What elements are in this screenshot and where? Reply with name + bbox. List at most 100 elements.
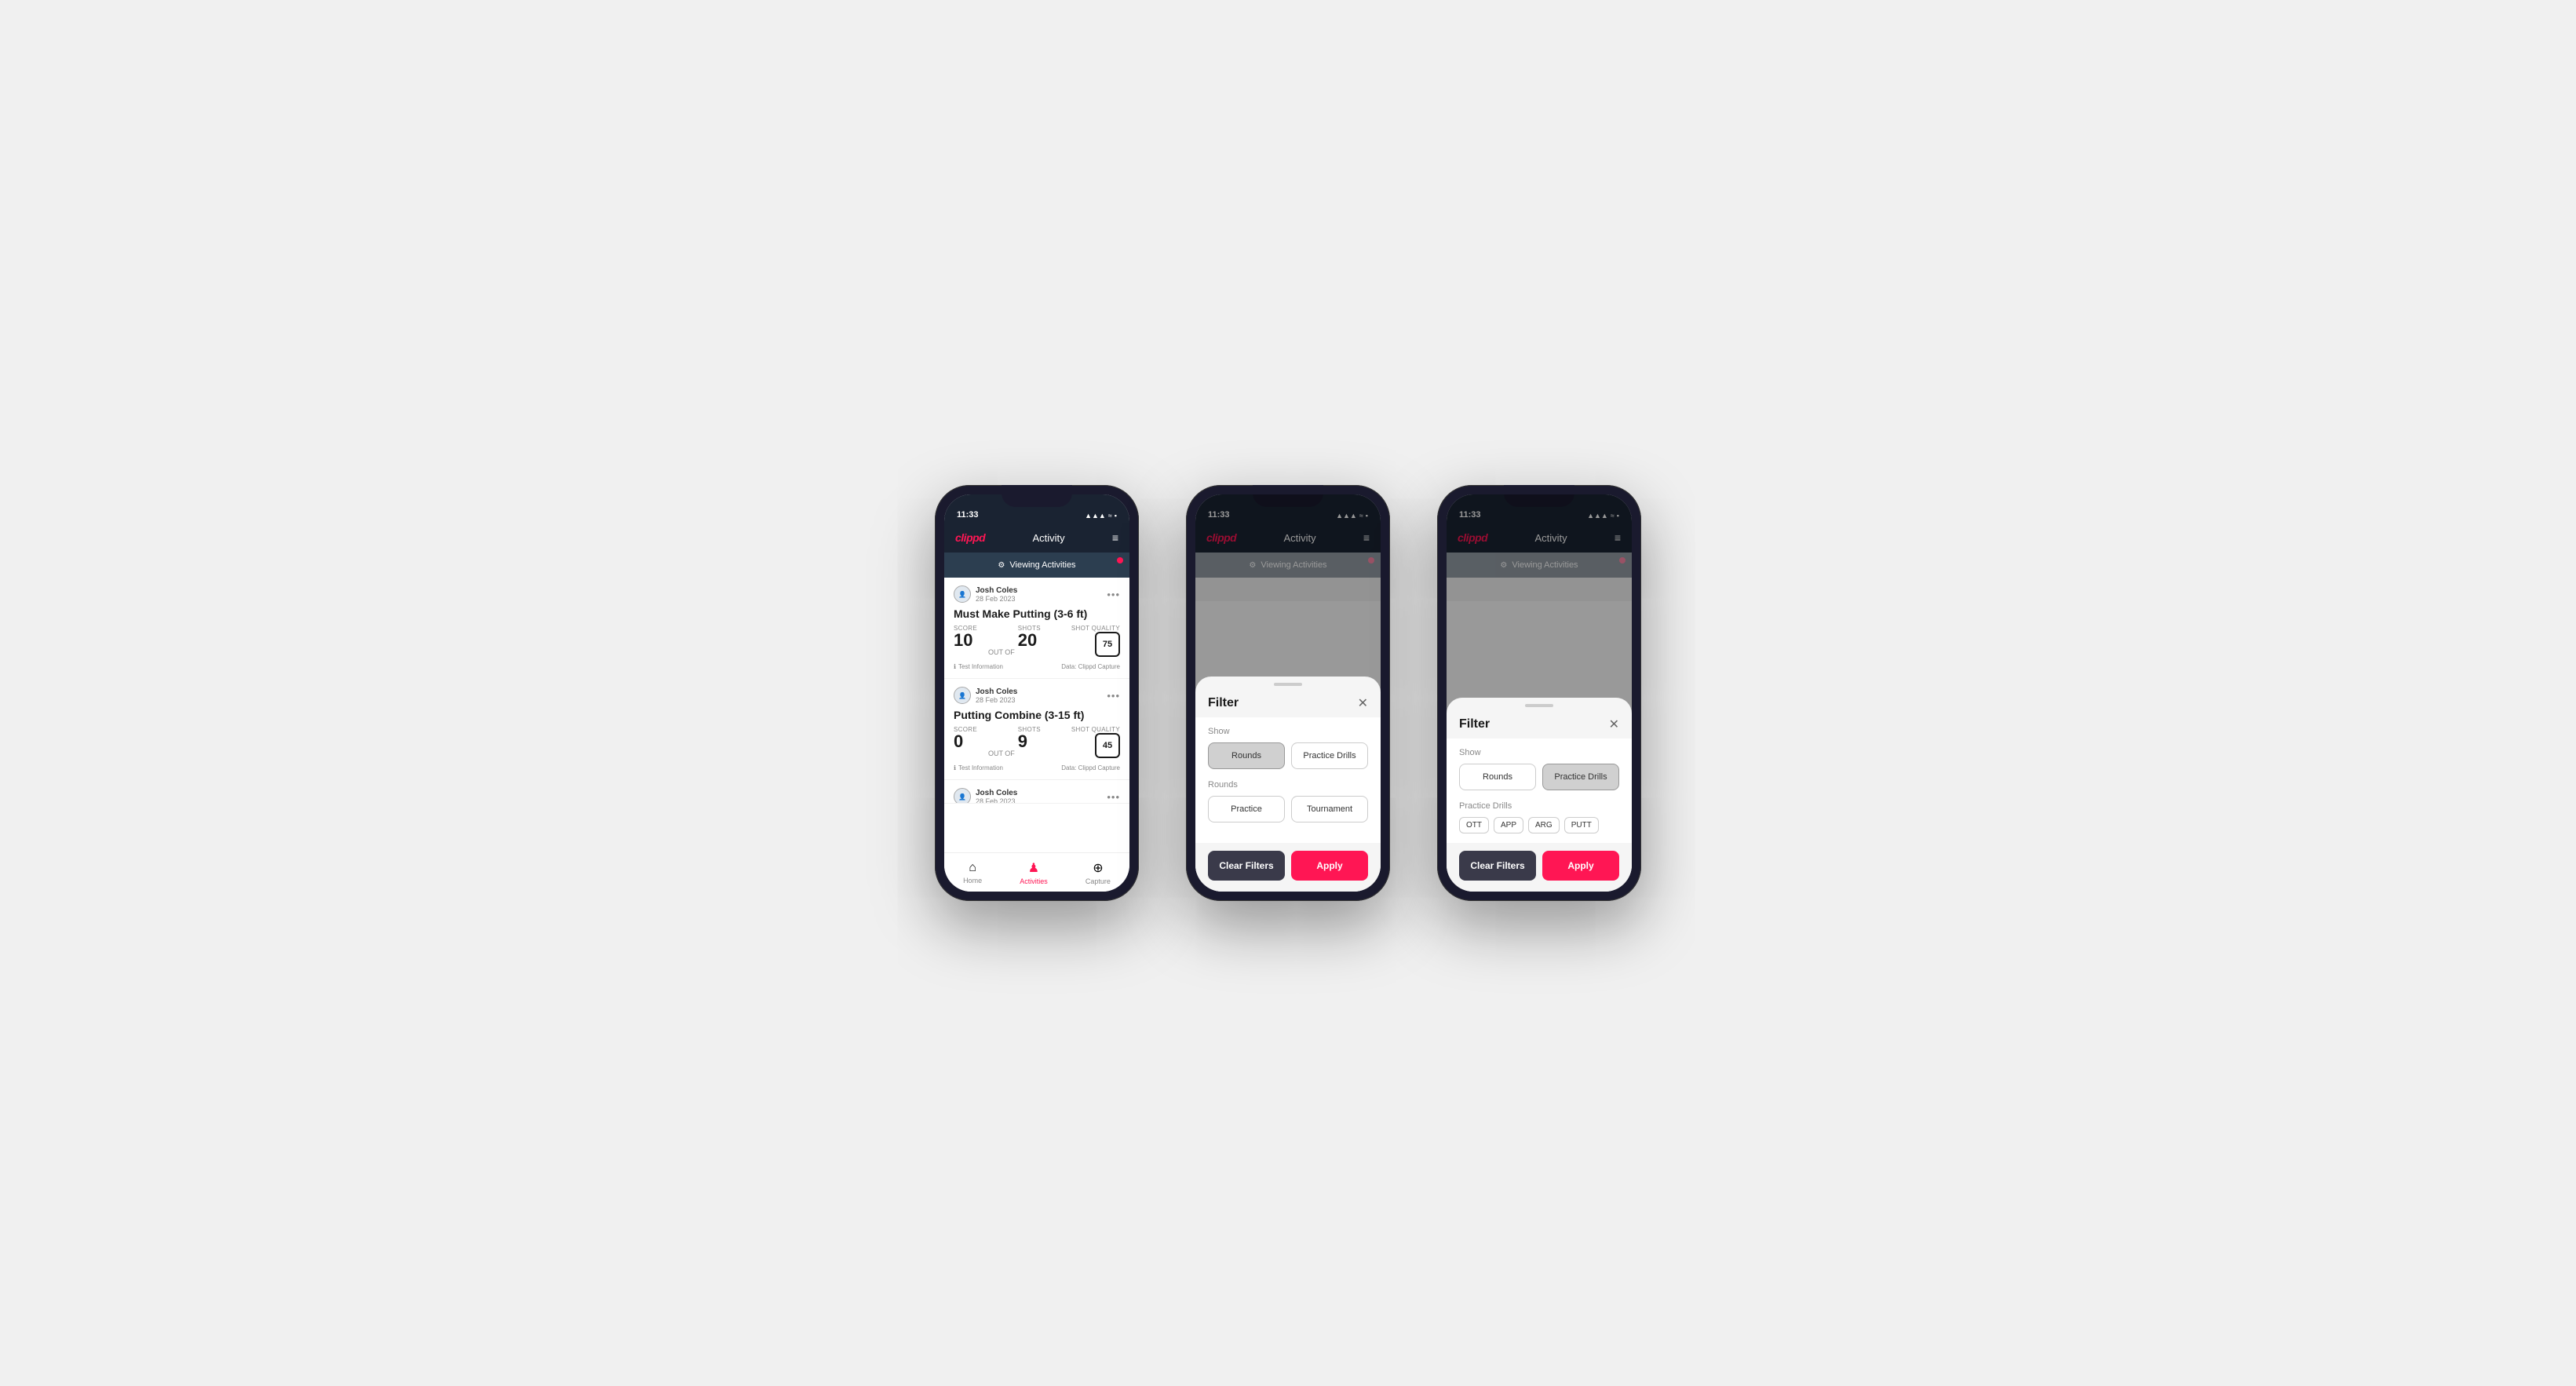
shots-value-2: 9 xyxy=(1018,733,1041,750)
clear-filters-button-3[interactable]: Clear Filters xyxy=(1459,851,1536,881)
score-group-1: Score 10 xyxy=(954,625,977,649)
user-name-3: Josh Coles xyxy=(976,789,1017,797)
activity-card-1[interactable]: 👤 Josh Coles 28 Feb 2023 ••• Must Make P… xyxy=(944,578,1129,679)
filter-close-2[interactable]: ✕ xyxy=(1358,695,1368,711)
drill-tag-putt[interactable]: PUTT xyxy=(1564,817,1599,833)
bottom-tabs-1: ⌂ Home ♟ Activities ⊕ Capture xyxy=(944,852,1129,892)
cards-list-1: 👤 Josh Coles 28 Feb 2023 ••• Must Make P… xyxy=(944,578,1129,852)
dots-menu-2[interactable]: ••• xyxy=(1107,690,1120,702)
filter-header-2: Filter ✕ xyxy=(1195,686,1381,717)
clippd-logo-1: clippd xyxy=(955,531,985,544)
user-info-1: 👤 Josh Coles 28 Feb 2023 xyxy=(954,585,1017,603)
user-name-1: Josh Coles xyxy=(976,586,1017,595)
status-time-1: 11:33 xyxy=(957,510,979,520)
menu-icon-1[interactable]: ≡ xyxy=(1112,531,1118,544)
tab-capture-label-1: Capture xyxy=(1085,877,1111,885)
user-details-3: Josh Coles 28 Feb 2023 xyxy=(976,789,1017,804)
phone-1: 11:33 ▲▲▲ ≈ ▪ clippd Activity ≡ ⚙ Viewin… xyxy=(935,485,1139,901)
show-toggle-group-3: Rounds Practice Drills xyxy=(1459,764,1619,790)
card-footer-1: ℹ Test Information Data: Clippd Capture xyxy=(954,663,1120,670)
stats-row-2: Score 0 OUT OF Shots 9 Shot Quality 45 xyxy=(954,726,1120,760)
tab-activities-1[interactable]: ♟ Activities xyxy=(1020,860,1048,885)
phone-screen-3: 11:33 ▲▲▲ ≈ ▪ clippd Activity ≡ ⚙ Viewin… xyxy=(1447,494,1632,892)
phone-screen-1: 11:33 ▲▲▲ ≈ ▪ clippd Activity ≡ ⚙ Viewin… xyxy=(944,494,1129,892)
status-icons-1: ▲▲▲ ≈ ▪ xyxy=(1085,512,1117,520)
tab-home-1[interactable]: ⌂ Home xyxy=(963,861,982,884)
phones-container: 11:33 ▲▲▲ ≈ ▪ clippd Activity ≡ ⚙ Viewin… xyxy=(935,485,1641,901)
nav-title-1: Activity xyxy=(1032,532,1064,544)
tournament-toggle-2[interactable]: Tournament xyxy=(1291,796,1368,822)
rounds-toggle-2[interactable]: Rounds xyxy=(1208,742,1285,769)
out-of-2: OUT OF xyxy=(988,750,1015,760)
card-title-1: Must Make Putting (3-6 ft) xyxy=(954,607,1120,620)
test-info-1: ℹ Test Information xyxy=(954,663,1003,670)
top-nav-1: clippd Activity ≡ xyxy=(944,523,1129,553)
apply-button-2[interactable]: Apply xyxy=(1291,851,1368,881)
practice-toggle-2[interactable]: Practice xyxy=(1208,796,1285,822)
filter-sheet-3: Filter ✕ Show Rounds Practice Drills Pra… xyxy=(1447,698,1632,892)
user-details-2: Josh Coles 28 Feb 2023 xyxy=(976,688,1017,704)
drill-tag-arg[interactable]: ARG xyxy=(1528,817,1560,833)
test-info-2: ℹ Test Information xyxy=(954,764,1003,771)
drill-tags-3: OTT APP ARG PUTT xyxy=(1459,817,1619,833)
show-label-2: Show xyxy=(1208,727,1368,736)
wifi-icon: ≈ xyxy=(1108,512,1112,520)
tab-home-label-1: Home xyxy=(963,877,982,884)
data-source-1: Data: Clippd Capture xyxy=(1061,663,1120,670)
filter-body-2: Show Rounds Practice Drills Rounds Pract… xyxy=(1195,717,1381,843)
shots-value-1: 20 xyxy=(1018,632,1041,649)
shots-group-1: Shots 20 xyxy=(1018,625,1041,649)
user-date-2: 28 Feb 2023 xyxy=(976,696,1017,704)
show-toggle-group-2: Rounds Practice Drills xyxy=(1208,742,1368,769)
phone-3: 11:33 ▲▲▲ ≈ ▪ clippd Activity ≡ ⚙ Viewin… xyxy=(1437,485,1641,901)
home-icon-1: ⌂ xyxy=(969,861,976,875)
card-title-2: Putting Combine (3-15 ft) xyxy=(954,709,1120,721)
phone-screen-2: 11:33 ▲▲▲ ≈ ▪ clippd Activity ≡ ⚙ Viewin… xyxy=(1195,494,1381,892)
activity-card-2[interactable]: 👤 Josh Coles 28 Feb 2023 ••• Putting Com… xyxy=(944,679,1129,780)
drill-tag-app[interactable]: APP xyxy=(1494,817,1523,833)
shot-quality-label-2: Shot Quality xyxy=(1071,726,1120,733)
data-source-2: Data: Clippd Capture xyxy=(1061,764,1120,771)
filter-overlay-3: Filter ✕ Show Rounds Practice Drills Pra… xyxy=(1447,494,1632,892)
filter-header-3: Filter ✕ xyxy=(1447,707,1632,739)
practice-drills-toggle-2[interactable]: Practice Drills xyxy=(1291,742,1368,769)
avatar-3: 👤 xyxy=(954,788,971,804)
card-header-3: 👤 Josh Coles 28 Feb 2023 ••• xyxy=(954,788,1120,804)
score-value-2: 0 xyxy=(954,733,977,750)
user-name-2: Josh Coles xyxy=(976,688,1017,696)
viewing-activities-text-1: Viewing Activities xyxy=(1009,560,1075,570)
filter-title-3: Filter xyxy=(1459,717,1490,731)
avatar-1: 👤 xyxy=(954,585,971,603)
activity-card-3[interactable]: 👤 Josh Coles 28 Feb 2023 ••• xyxy=(944,780,1129,804)
filter-close-3[interactable]: ✕ xyxy=(1609,717,1619,732)
user-date-1: 28 Feb 2023 xyxy=(976,595,1017,603)
apply-button-3[interactable]: Apply xyxy=(1542,851,1619,881)
filter-icon-1: ⚙ xyxy=(998,561,1005,570)
drill-tag-ott[interactable]: OTT xyxy=(1459,817,1489,833)
user-details-1: Josh Coles 28 Feb 2023 xyxy=(976,586,1017,603)
shot-quality-group-1: Shot Quality 75 xyxy=(1071,625,1120,658)
shots-group-2: Shots 9 xyxy=(1018,726,1041,750)
user-date-3: 28 Feb 2023 xyxy=(976,797,1017,804)
shot-quality-badge-1: 75 xyxy=(1095,632,1120,657)
rounds-type-group-2: Practice Tournament xyxy=(1208,796,1368,822)
clear-filters-button-2[interactable]: Clear Filters xyxy=(1208,851,1285,881)
tab-activities-label-1: Activities xyxy=(1020,877,1048,885)
shot-quality-label-1: Shot Quality xyxy=(1071,625,1120,632)
out-of-1: OUT OF xyxy=(988,648,1015,658)
dots-menu-3[interactable]: ••• xyxy=(1107,791,1120,803)
viewing-bar-1[interactable]: ⚙ Viewing Activities xyxy=(944,553,1129,578)
rounds-toggle-3[interactable]: Rounds xyxy=(1459,764,1536,790)
phone-2: 11:33 ▲▲▲ ≈ ▪ clippd Activity ≡ ⚙ Viewin… xyxy=(1186,485,1390,901)
shot-quality-group-2: Shot Quality 45 xyxy=(1071,726,1120,760)
filter-overlay-2: Filter ✕ Show Rounds Practice Drills Rou… xyxy=(1195,494,1381,892)
score-value-1: 10 xyxy=(954,632,977,649)
capture-icon-1: ⊕ xyxy=(1093,860,1103,876)
battery-icon: ▪ xyxy=(1115,512,1117,520)
show-label-3: Show xyxy=(1459,748,1619,757)
practice-drills-toggle-3[interactable]: Practice Drills xyxy=(1542,764,1619,790)
tab-capture-1[interactable]: ⊕ Capture xyxy=(1085,860,1111,885)
signal-icon: ▲▲▲ xyxy=(1085,512,1106,520)
dots-menu-1[interactable]: ••• xyxy=(1107,589,1120,600)
card-header-2: 👤 Josh Coles 28 Feb 2023 ••• xyxy=(954,687,1120,704)
